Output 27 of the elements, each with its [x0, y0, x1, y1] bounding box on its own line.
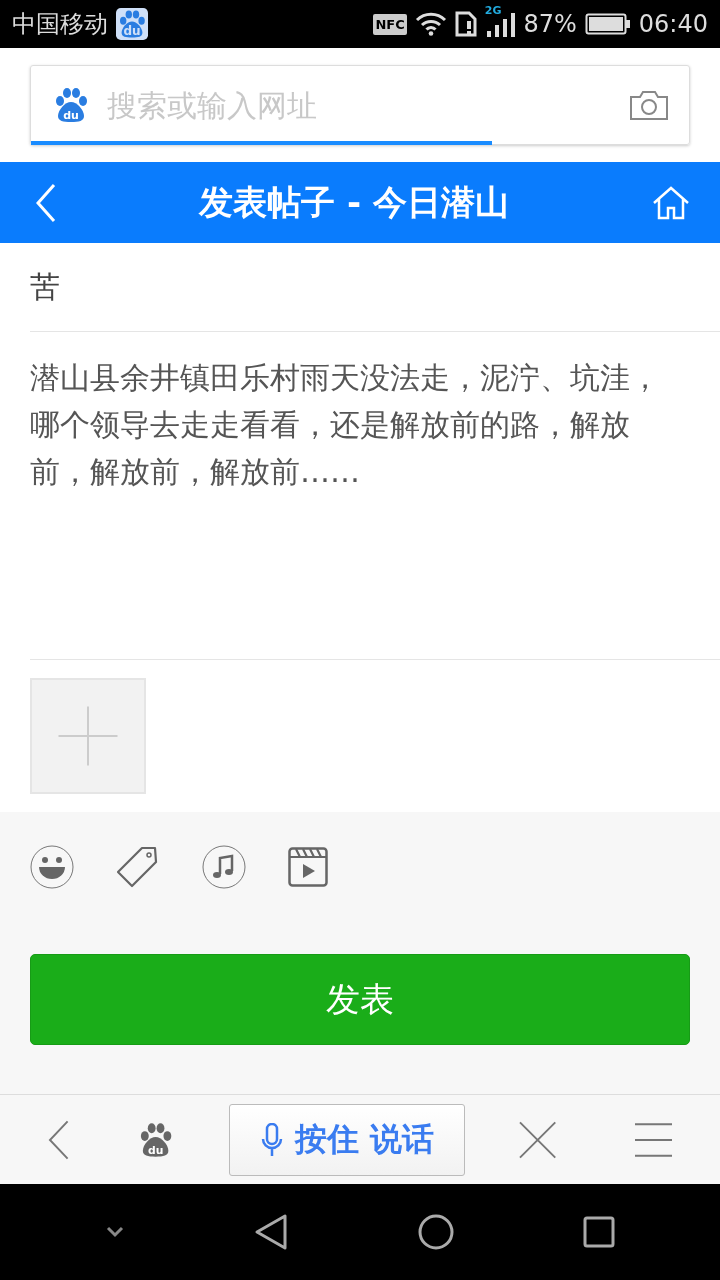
battery-icon — [584, 13, 631, 35]
carrier-name: 中国移动 — [12, 9, 108, 40]
sim-alert-icon — [454, 11, 477, 37]
back-icon[interactable] — [48, 1119, 70, 1160]
emoji-icon[interactable] — [30, 845, 74, 889]
clock: 06:40 — [638, 10, 708, 38]
menu-icon[interactable] — [634, 1122, 672, 1157]
back-icon[interactable] — [254, 1213, 289, 1251]
content-field[interactable]: 潜山县余井镇田乐村雨天没法走，泥泞、坑洼，哪个领导去走走看看，还是解放前的路，解放前，解放前，解放前…… — [30, 332, 720, 660]
close-icon[interactable] — [519, 1120, 557, 1159]
camera-icon[interactable] — [629, 89, 669, 121]
nfc-icon: NFC — [373, 13, 407, 35]
tag-icon[interactable] — [116, 846, 160, 888]
battery-percent: 87% — [523, 10, 577, 38]
video-icon[interactable] — [288, 847, 328, 887]
voice-input-button[interactable]: 按住 说话 — [229, 1103, 466, 1176]
microphone-icon — [260, 1122, 283, 1157]
network-type: 2G — [484, 4, 502, 17]
recent-apps-icon[interactable] — [583, 1216, 616, 1248]
wifi-icon — [414, 12, 447, 36]
submit-button[interactable]: 发表 — [30, 954, 690, 1045]
home-icon[interactable] — [417, 1214, 454, 1250]
music-icon[interactable] — [202, 845, 246, 889]
page-title: 发表帖子 - 今日潜山 — [197, 180, 510, 224]
collapse-icon[interactable] — [104, 1226, 125, 1238]
app-notification-icon: du — [116, 8, 148, 40]
title-field[interactable]: 苦 — [30, 243, 720, 332]
